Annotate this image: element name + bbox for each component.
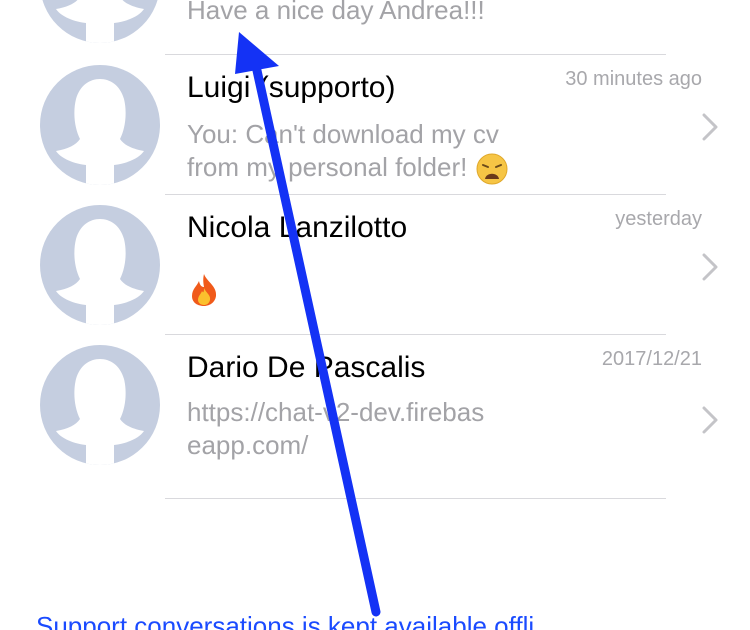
- default-user-avatar-icon: [56, 219, 144, 325]
- chevron-right-icon: [702, 406, 718, 434]
- conversation-preview: [187, 272, 547, 308]
- conversation-list-screen: Have a nice day Andrea!!! Luigi (support…: [0, 0, 750, 630]
- row-separator: [165, 498, 666, 499]
- row-separator: [165, 334, 666, 335]
- conversation-timestamp: 30 minutes ago: [565, 68, 702, 90]
- default-user-avatar-icon: [56, 0, 144, 43]
- avatar: [40, 345, 160, 465]
- row-separator: [165, 54, 666, 55]
- fire-emoji: [192, 274, 217, 307]
- conversation-preview: You: Can't download my cv from my person…: [187, 118, 547, 186]
- conversation-timestamp: 2017/12/21: [601, 348, 702, 370]
- contact-name: Dario De Pascalis: [187, 351, 426, 384]
- default-user-avatar-icon: [56, 79, 144, 185]
- avatar: [40, 0, 160, 43]
- conversation-preview: https://chat-v2-dev.firebaseapp.com/: [187, 397, 485, 460]
- conversation-timestamp: yesterday: [615, 208, 702, 230]
- row-separator: [165, 194, 666, 195]
- avatar: [40, 205, 160, 325]
- contact-name: Luigi (supporto): [187, 71, 396, 104]
- contact-name: Nicola Lanzilotto: [187, 211, 408, 244]
- chevron-right-icon: [702, 253, 718, 281]
- conversation-preview: Have a nice day Andrea!!!: [187, 0, 485, 25]
- preview-text: You: Can't download my cv from my person…: [187, 119, 499, 182]
- default-user-avatar-icon: [56, 359, 144, 465]
- support-info-link[interactable]: Support conversations is kept available …: [36, 611, 534, 630]
- chevron-right-icon: [702, 113, 718, 141]
- weary-face-emoji: [476, 153, 508, 185]
- avatar: [40, 65, 160, 185]
